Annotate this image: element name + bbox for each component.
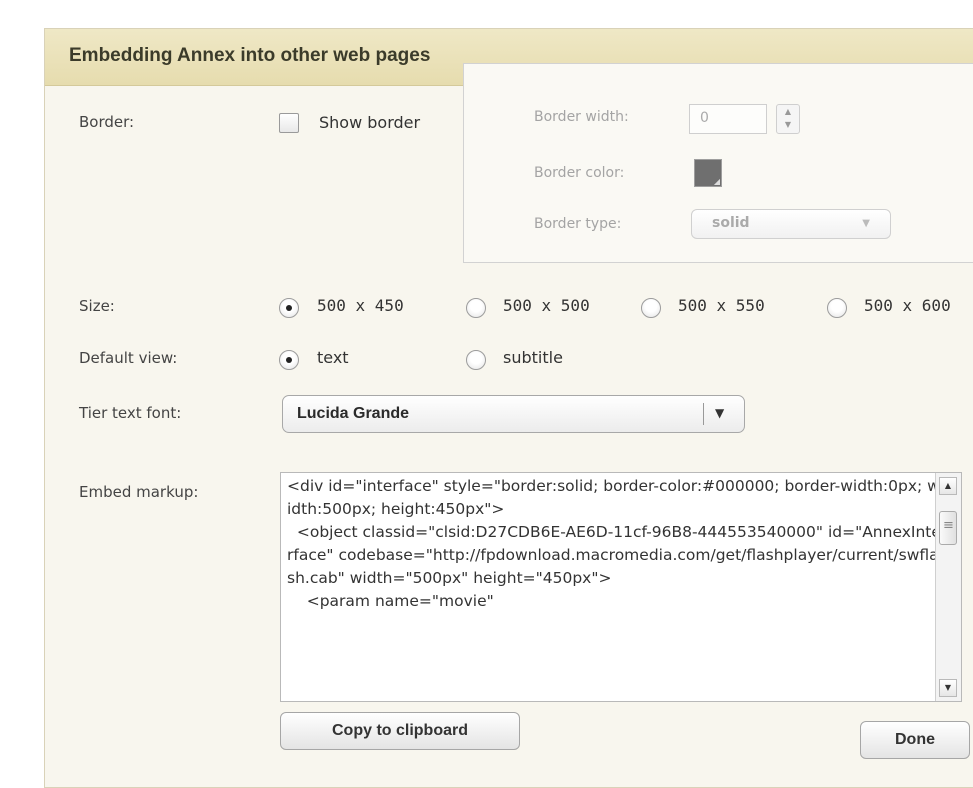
- show-border-label: Show border: [319, 113, 421, 132]
- border-settings-panel: Border width: 0 ▲ ▼ Border color: ◢ Bord…: [463, 63, 973, 263]
- markup-scrollbar[interactable]: ▲ ▼: [935, 473, 961, 701]
- done-button[interactable]: Done: [860, 721, 970, 759]
- border-color-swatch[interactable]: ◢: [694, 159, 722, 187]
- embed-markup-textarea[interactable]: <div id="interface" style="border:solid;…: [280, 472, 962, 702]
- size-option-450: 500 x 450: [317, 296, 404, 315]
- tier-font-select[interactable]: Lucida Grande ▼: [282, 395, 745, 433]
- chevron-down-icon: ▼: [715, 406, 725, 420]
- view-option-text: text: [317, 348, 349, 367]
- border-width-label: Border width:: [534, 109, 629, 125]
- chevron-down-icon: ▼: [862, 218, 870, 229]
- swatch-dropdown-icon: ◢: [713, 177, 720, 186]
- border-width-stepper[interactable]: ▲ ▼: [776, 104, 800, 134]
- stepper-up-icon[interactable]: ▲: [777, 105, 799, 118]
- size-option-600: 500 x 600: [864, 296, 951, 315]
- size-radio-450[interactable]: [279, 298, 299, 318]
- tier-font-label: Tier text font:: [79, 404, 182, 422]
- size-radio-550[interactable]: [641, 298, 661, 318]
- size-option-500: 500 x 500: [503, 296, 590, 315]
- border-type-select[interactable]: solid ▼: [691, 209, 891, 239]
- embed-markup-text[interactable]: <div id="interface" style="border:solid;…: [281, 475, 947, 613]
- border-width-input[interactable]: 0: [689, 104, 767, 134]
- embed-markup-label: Embed markup:: [79, 483, 199, 501]
- scroll-thumb[interactable]: [939, 511, 957, 545]
- view-radio-text[interactable]: [279, 350, 299, 370]
- border-color-label: Border color:: [534, 165, 625, 181]
- size-option-550: 500 x 550: [678, 296, 765, 315]
- scroll-down-icon[interactable]: ▼: [939, 679, 957, 697]
- show-border-checkbox[interactable]: [279, 113, 299, 133]
- dialog-title: Embedding Annex into other web pages: [69, 45, 431, 66]
- view-radio-subtitle[interactable]: [466, 350, 486, 370]
- copy-to-clipboard-button[interactable]: Copy to clipboard: [280, 712, 520, 750]
- size-radio-600[interactable]: [827, 298, 847, 318]
- view-option-subtitle: subtitle: [503, 348, 563, 367]
- tier-font-value: Lucida Grande: [297, 405, 410, 422]
- select-divider: [703, 403, 704, 425]
- scroll-up-icon[interactable]: ▲: [939, 477, 957, 495]
- size-radio-500[interactable]: [466, 298, 486, 318]
- size-label: Size:: [79, 297, 115, 315]
- border-type-label: Border type:: [534, 216, 622, 232]
- default-view-label: Default view:: [79, 349, 178, 367]
- border-type-value: solid: [712, 215, 750, 231]
- border-label: Border:: [79, 113, 135, 131]
- stepper-down-icon[interactable]: ▼: [777, 118, 799, 131]
